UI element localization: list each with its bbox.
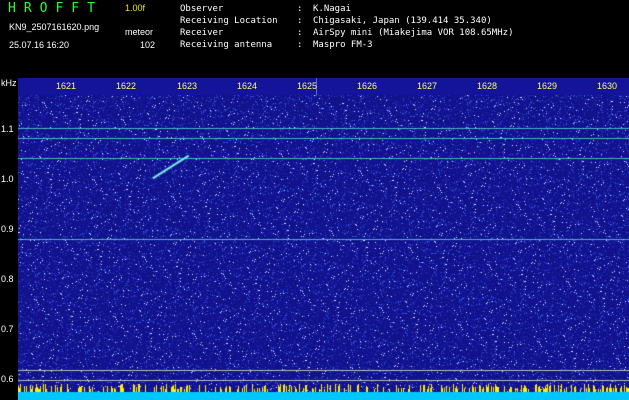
info-value: AirSpy mini (Miakejima VOR 108.65MHz) — [313, 28, 514, 38]
info-key: Receiver — [180, 28, 224, 38]
time-tick: 1624 — [237, 81, 258, 91]
file-name: KN9_2507161620.png — [9, 22, 100, 32]
frequency-axis: kHz 1.1 1.0 0.9 0.8 0.7 0.6 — [0, 78, 18, 400]
time-tick: 1629 — [537, 81, 558, 91]
date-time: 25.07.16 16:20 — [9, 40, 70, 50]
info-value: K.Nagai — [313, 4, 351, 14]
frequency-label: 0.7 — [1, 324, 14, 334]
info-key: Receiving antenna — [180, 40, 273, 50]
program-name: HROFFT — [8, 1, 103, 16]
info-row-location: Receiving Location: Chigasaki, Japan (139… — [180, 15, 513, 27]
info-value: Chigasaki, Japan (139.414 35.340) — [313, 16, 492, 26]
time-tick: 1627 — [417, 81, 438, 91]
frequency-unit: kHz — [1, 78, 17, 88]
info-row-observer: Observer: K.Nagai — [180, 3, 513, 15]
header-panel: HROFFT 1.00f KN9_2507161620.png meteor 2… — [0, 0, 629, 78]
info-key: Observer — [180, 4, 224, 14]
frequency-label: 1.0 — [1, 174, 14, 184]
time-tick: 1630 — [597, 81, 618, 91]
info-separator: : — [297, 28, 303, 38]
frequency-label: 0.9 — [1, 224, 14, 234]
time-tick: 1622 — [116, 81, 137, 91]
meteor-label: meteor — [125, 27, 154, 37]
frequency-label: 1.1 — [1, 124, 14, 134]
meteor-count: 102 — [140, 40, 156, 50]
time-tick: 1625 — [297, 81, 318, 91]
spectrogram-waterfall — [18, 95, 629, 400]
info-separator: : — [297, 4, 303, 14]
observation-info: Observer: K.Nagai Receiving Location: Chig… — [180, 3, 513, 51]
time-tick: 1626 — [357, 81, 378, 91]
info-separator: : — [297, 40, 303, 50]
info-key: Receiving Location — [180, 16, 278, 26]
time-tick: 1628 — [477, 81, 498, 91]
program-version: 1.00f — [125, 3, 146, 13]
info-row-antenna: Receiving antenna: Maspro FM-3 — [180, 39, 513, 51]
time-tick: 1621 — [56, 81, 77, 91]
time-ruler: 1621 1622 1623 1624 1625 1626 1627 1628 … — [18, 78, 629, 95]
frequency-label: 0.8 — [1, 274, 14, 284]
frequency-label: 0.6 — [1, 374, 14, 384]
time-tick: 1623 — [177, 81, 198, 91]
info-separator: : — [297, 16, 303, 26]
info-value: Maspro FM-3 — [313, 40, 373, 50]
info-row-receiver: Receiver: AirSpy mini (Miakejima VOR 108.… — [180, 27, 513, 39]
